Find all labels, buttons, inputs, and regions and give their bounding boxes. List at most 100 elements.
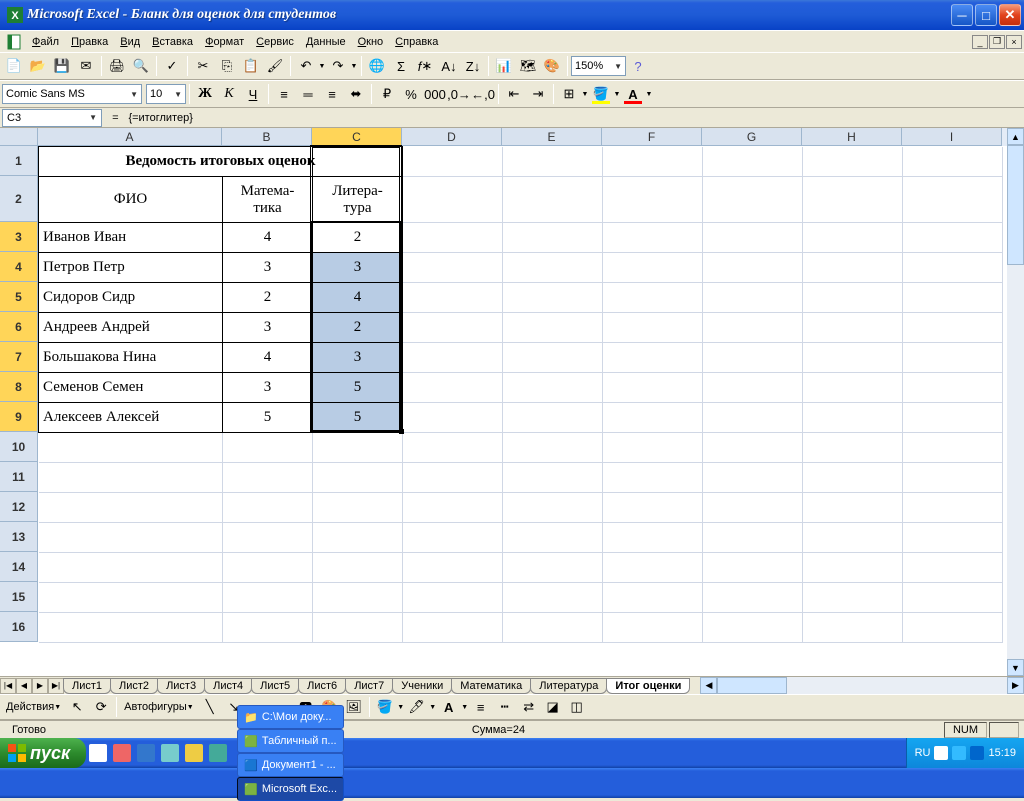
cell[interactable] bbox=[703, 313, 803, 343]
cell[interactable] bbox=[403, 403, 503, 433]
cell[interactable]: 4 bbox=[313, 283, 403, 313]
sheet-tab[interactable]: Литература bbox=[530, 678, 607, 694]
cell[interactable] bbox=[503, 223, 603, 253]
cell[interactable] bbox=[803, 253, 903, 283]
cell[interactable] bbox=[703, 373, 803, 403]
cell[interactable] bbox=[39, 523, 223, 553]
print-button[interactable]: 🖨 bbox=[106, 55, 128, 77]
cell[interactable] bbox=[313, 433, 403, 463]
align-right-button[interactable]: ≡ bbox=[321, 83, 343, 105]
rotate-button[interactable]: ⟳ bbox=[90, 696, 112, 718]
row-header[interactable]: 6 bbox=[0, 312, 38, 342]
underline-button[interactable]: Ч bbox=[242, 83, 264, 105]
menu-правка[interactable]: Правка bbox=[65, 34, 114, 50]
cell[interactable] bbox=[503, 403, 603, 433]
hyperlink-button[interactable]: 🌐 bbox=[366, 55, 388, 77]
percent-button[interactable]: % bbox=[400, 83, 422, 105]
actions-menu[interactable]: Действия ▼ bbox=[2, 699, 65, 715]
3d-button[interactable]: ◫ bbox=[566, 696, 588, 718]
sheet-tab[interactable]: Лист4 bbox=[204, 678, 252, 694]
cell[interactable] bbox=[803, 313, 903, 343]
row-header[interactable]: 11 bbox=[0, 462, 38, 492]
vertical-scrollbar[interactable]: ▲ ▼ bbox=[1007, 128, 1024, 676]
tray-icon[interactable] bbox=[952, 746, 966, 760]
cell[interactable] bbox=[803, 373, 903, 403]
start-button[interactable]: пуск bbox=[0, 738, 86, 768]
column-header[interactable]: E bbox=[502, 128, 602, 146]
cell[interactable] bbox=[803, 613, 903, 643]
cell[interactable] bbox=[903, 433, 1003, 463]
cell[interactable] bbox=[903, 373, 1003, 403]
row-header[interactable]: 8 bbox=[0, 372, 38, 402]
cell[interactable] bbox=[903, 613, 1003, 643]
sheet-tab[interactable]: Лист6 bbox=[298, 678, 346, 694]
cell[interactable] bbox=[503, 373, 603, 403]
cell[interactable] bbox=[503, 523, 603, 553]
chart-button[interactable]: 📊 bbox=[493, 55, 515, 77]
cell[interactable] bbox=[503, 433, 603, 463]
clipart-button[interactable]: 🖼 bbox=[343, 696, 365, 718]
sheet-tab[interactable]: Ученики bbox=[392, 678, 452, 694]
sort-desc-button[interactable]: Z↓ bbox=[462, 55, 484, 77]
cell[interactable] bbox=[603, 223, 703, 253]
cell[interactable] bbox=[39, 553, 223, 583]
cell[interactable] bbox=[803, 223, 903, 253]
maximize-button[interactable]: □ bbox=[975, 4, 997, 26]
tab-prev-button[interactable]: ◀ bbox=[16, 678, 32, 694]
cell[interactable]: Ведомость итоговых оценок bbox=[39, 147, 403, 177]
cell[interactable] bbox=[803, 283, 903, 313]
cell[interactable]: Большакова Нина bbox=[39, 343, 223, 373]
quick-launch-icon[interactable] bbox=[161, 744, 179, 762]
cell[interactable] bbox=[703, 177, 803, 223]
bold-button[interactable]: Ж bbox=[194, 83, 216, 105]
cell[interactable]: 5 bbox=[313, 403, 403, 433]
cell[interactable] bbox=[223, 433, 313, 463]
row-header[interactable]: 4 bbox=[0, 252, 38, 282]
cell[interactable] bbox=[503, 283, 603, 313]
row-header[interactable]: 9 bbox=[0, 402, 38, 432]
print-preview-button[interactable]: 🔍 bbox=[130, 55, 152, 77]
column-header[interactable]: B bbox=[222, 128, 312, 146]
cell[interactable] bbox=[703, 147, 803, 177]
horizontal-scroll-thumb[interactable] bbox=[717, 677, 787, 694]
formula-content[interactable]: {=итоглитер} bbox=[128, 112, 192, 124]
align-left-button[interactable]: ≡ bbox=[273, 83, 295, 105]
cell[interactable] bbox=[803, 523, 903, 553]
row-header[interactable]: 2 bbox=[0, 176, 38, 222]
fill-color-button[interactable]: 🪣 bbox=[374, 696, 396, 718]
merge-center-button[interactable]: ⬌ bbox=[345, 83, 367, 105]
cell[interactable]: 5 bbox=[313, 373, 403, 403]
cell[interactable] bbox=[903, 223, 1003, 253]
cell[interactable] bbox=[403, 463, 503, 493]
row-header[interactable]: 14 bbox=[0, 552, 38, 582]
cell[interactable] bbox=[603, 313, 703, 343]
cell[interactable] bbox=[39, 583, 223, 613]
menu-формат[interactable]: Формат bbox=[199, 34, 250, 50]
sheet-tab[interactable]: Лист2 bbox=[110, 678, 158, 694]
cell[interactable]: Семенов Семен bbox=[39, 373, 223, 403]
cell[interactable] bbox=[903, 523, 1003, 553]
row-header[interactable]: 3 bbox=[0, 222, 38, 252]
cell[interactable] bbox=[603, 523, 703, 553]
row-header[interactable]: 5 bbox=[0, 282, 38, 312]
cell[interactable] bbox=[803, 343, 903, 373]
cell[interactable] bbox=[603, 147, 703, 177]
line-style-button[interactable]: ≡ bbox=[470, 696, 492, 718]
cell[interactable] bbox=[39, 433, 223, 463]
scroll-down-button[interactable]: ▼ bbox=[1007, 659, 1024, 676]
cell[interactable] bbox=[703, 553, 803, 583]
row-header[interactable]: 10 bbox=[0, 432, 38, 462]
help-button[interactable]: ? bbox=[627, 55, 649, 77]
row-header[interactable]: 7 bbox=[0, 342, 38, 372]
fill-dropdown[interactable]: ▼ bbox=[613, 91, 621, 98]
cell[interactable]: 3 bbox=[223, 313, 313, 343]
function-button[interactable]: f∗ bbox=[414, 55, 436, 77]
font-color-dropdown[interactable]: ▼ bbox=[645, 91, 653, 98]
cell[interactable]: Матема- тика bbox=[223, 177, 313, 223]
cell[interactable] bbox=[223, 553, 313, 583]
cell[interactable] bbox=[903, 283, 1003, 313]
quick-launch-icon[interactable] bbox=[185, 744, 203, 762]
column-header[interactable]: D bbox=[402, 128, 502, 146]
undo-dropdown[interactable]: ▼ bbox=[318, 63, 326, 70]
row-header[interactable]: 15 bbox=[0, 582, 38, 612]
